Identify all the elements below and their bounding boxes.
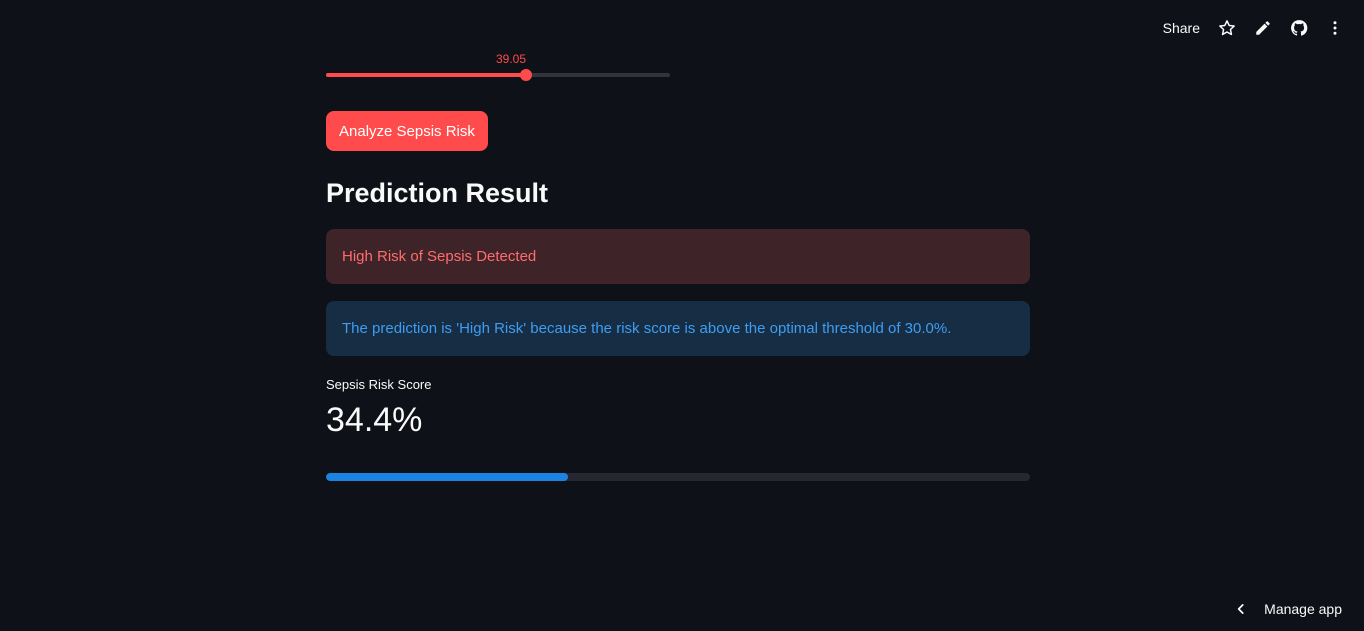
more-vertical-icon[interactable] [1326, 19, 1344, 37]
slider-fill [326, 73, 526, 77]
analyze-sepsis-risk-button[interactable]: Analyze Sepsis Risk [326, 111, 488, 151]
github-icon[interactable] [1290, 19, 1308, 37]
risk-progress-fill [326, 473, 569, 481]
input-slider: 39.05 [326, 48, 670, 84]
high-risk-alert: High Risk of Sepsis Detected [326, 229, 1030, 284]
share-button[interactable]: Share [1163, 20, 1200, 36]
chevron-left-icon [1237, 604, 1244, 614]
risk-score-label: Sepsis Risk Score [326, 377, 432, 392]
manage-app-label: Manage app [1264, 601, 1342, 617]
slider-value-text: 39.05 [495, 52, 526, 66]
risk-progress-bar [326, 473, 1030, 481]
slider-track[interactable] [326, 69, 670, 81]
manage-app-button[interactable]: Manage app [1234, 601, 1342, 617]
star-icon[interactable] [1218, 19, 1236, 37]
risk-score-value: 34.4% [326, 401, 423, 439]
threshold-info-text: The prediction is 'High Risk' because th… [342, 320, 952, 337]
app-page: Share 39.05 Analyze Sepsis Risk Predicti… [0, 0, 1364, 631]
threshold-info-alert: The prediction is 'High Risk' because th… [326, 301, 1030, 356]
high-risk-alert-text: High Risk of Sepsis Detected [342, 248, 537, 265]
slider-thumb[interactable] [520, 69, 532, 81]
top-toolbar: Share [1163, 16, 1344, 40]
prediction-result-heading: Prediction Result [326, 178, 549, 208]
pencil-icon[interactable] [1254, 19, 1272, 37]
